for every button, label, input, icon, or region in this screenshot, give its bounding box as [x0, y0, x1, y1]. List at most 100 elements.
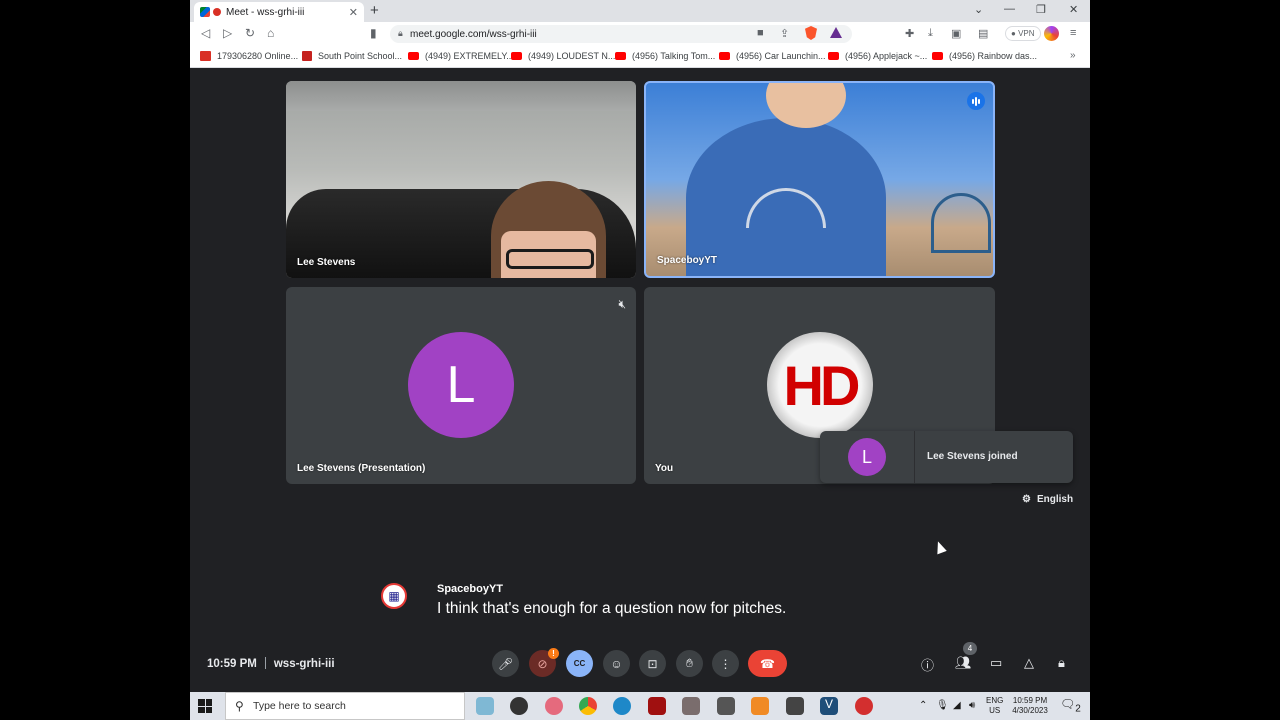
raise-hand-button[interactable]: ✋︎	[676, 650, 703, 677]
forward-icon[interactable]: ▷	[223, 26, 232, 40]
mic-muted-icon: 🔇︎	[618, 297, 626, 311]
bookmark-item[interactable]: (4956) Talking Tom...	[615, 51, 715, 61]
youtube-icon	[828, 52, 839, 60]
download-icon[interactable]: ⤓	[928, 27, 933, 40]
youtube-icon	[511, 52, 522, 60]
toast-message: Lee Stevens joined	[927, 451, 1018, 462]
meeting-details-icon[interactable]: ⓘ	[921, 655, 934, 674]
search-placeholder: Type here to search	[253, 700, 346, 712]
present-button[interactable]: ⊡	[639, 650, 666, 677]
edge-icon[interactable]	[613, 697, 631, 715]
microphone-tray-icon[interactable]: 🎙︎	[936, 701, 949, 711]
vegas-icon[interactable]: V	[820, 697, 838, 715]
sidebar-icon[interactable]: ▣	[951, 27, 961, 40]
vpn-label: VPN	[1018, 29, 1035, 38]
caption-speaker-name: SpaceboyYT	[437, 583, 504, 595]
meeting-code: wss-grhi-iii	[273, 658, 335, 670]
bookmark-item[interactable]: (4956) Car Launchin...	[719, 51, 826, 61]
activities-icon[interactable]: △	[1024, 655, 1034, 671]
participant-name: Lee Stevens (Presentation)	[297, 463, 426, 474]
menu-icon[interactable]: ≡	[1070, 27, 1076, 39]
profile-avatar[interactable]	[1044, 26, 1059, 41]
bookmark-item[interactable]: South Point School...	[302, 51, 402, 61]
tab-search-chevron-icon[interactable]: ⌄	[974, 3, 983, 16]
participant-tile[interactable]: 🔇︎ L Lee Stevens (Presentation)	[286, 287, 636, 484]
share-icon[interactable]: ⇪	[780, 27, 789, 40]
notifications-icon[interactable]: 🗨︎2	[1060, 698, 1081, 714]
toast-avatar: L	[848, 438, 886, 476]
language-indicator[interactable]: ENG US	[986, 696, 1003, 716]
participant-name: You	[655, 463, 674, 474]
participant-name: Lee Stevens	[297, 257, 356, 268]
participant-avatar: L	[408, 332, 514, 438]
url-text: meet.google.com/wss-grhi-iii	[410, 28, 537, 40]
chrome-icon[interactable]	[579, 697, 597, 715]
bookmark-item[interactable]: (4956) Rainbow das...	[932, 51, 1037, 61]
windows-start-icon[interactable]	[198, 699, 212, 713]
bookmark-item[interactable]: (4949) EXTREMELY...	[408, 51, 514, 61]
people-icon[interactable]: 👥︎	[955, 655, 972, 671]
more-bookmarks-icon[interactable]: »	[1070, 50, 1076, 61]
taskbar-app-icon[interactable]	[682, 697, 700, 715]
taskbar-app-icon[interactable]	[786, 697, 804, 715]
participant-count-badge: 4	[963, 642, 977, 655]
video-feed-playground	[931, 193, 991, 253]
hand-icon: ✋︎	[686, 656, 693, 670]
obs-icon[interactable]	[510, 697, 528, 715]
meeting-time: 10:59 PM	[207, 658, 257, 670]
vpn-button[interactable]: ● VPN	[1005, 26, 1041, 41]
close-tab-icon[interactable]: ✕	[349, 6, 358, 19]
restore-icon[interactable]: ❐	[1036, 3, 1046, 16]
leave-call-button[interactable]: ☎︎	[748, 650, 787, 677]
caption-text: I think that's enough for a question now…	[437, 600, 787, 617]
windows-taskbar: ⚲ Type here to search V ⌃ 🎙︎ ◢ 🔊︎ ENG US…	[190, 692, 1090, 720]
reload-icon[interactable]: ↻	[245, 26, 255, 40]
brave-rewards-icon[interactable]	[830, 27, 842, 38]
browser-tab[interactable]: Meet - wss-grhi-iii ✕	[194, 2, 364, 22]
participant-tile-active-speaker[interactable]: SpaceboyYT	[644, 81, 995, 278]
taskbar-app-icon[interactable]	[545, 697, 563, 715]
self-avatar: HD	[767, 332, 873, 438]
video-feed-ceiling	[286, 81, 636, 111]
meet-favicon-icon	[200, 7, 210, 17]
reactions-button[interactable]: ☺	[603, 650, 630, 677]
participant-tile[interactable]: Lee Stevens	[286, 81, 636, 278]
taskbar-app-icon[interactable]	[717, 697, 735, 715]
bookmark-item[interactable]: 179306280 Online...	[200, 51, 298, 61]
camera-off-button[interactable]: ⊘ !	[529, 648, 559, 677]
home-icon[interactable]: ⌂	[267, 26, 274, 40]
minimize-icon[interactable]: —	[1004, 3, 1015, 15]
host-controls-icon[interactable]: 🔒︎	[1058, 655, 1065, 671]
bookmarks-bar: 179306280 Online... South Point School..…	[190, 46, 1090, 68]
youtube-icon	[408, 52, 419, 60]
screen: Meet - wss-grhi-iii ✕ + ⌄ — ❐ ✕ ◁ ▷ ↻ ⌂ …	[190, 0, 1090, 720]
volume-icon[interactable]: 🔊︎	[969, 701, 975, 711]
recorder-icon[interactable]	[855, 697, 873, 715]
network-icon[interactable]: ◢	[953, 701, 961, 711]
caption-speaker-avatar: ▦	[381, 583, 407, 609]
extensions-icon[interactable]: ✚	[905, 27, 914, 40]
taskbar-app-icon[interactable]	[476, 697, 494, 715]
show-hidden-icons-icon[interactable]: ⌃	[919, 701, 927, 711]
bookmark-item[interactable]: (4949) LOUDEST N...	[511, 51, 615, 61]
camera-in-use-icon[interactable]: ■	[757, 27, 764, 39]
more-options-button[interactable]: ⋮	[712, 650, 739, 677]
wallet-icon[interactable]: ▤	[978, 27, 988, 40]
school-icon	[302, 51, 312, 61]
flash-icon[interactable]	[648, 697, 666, 715]
divider	[914, 431, 915, 483]
recording-dot-icon	[213, 8, 221, 16]
bookmark-item[interactable]: (4956) Applejack ~...	[828, 51, 927, 61]
fl-studio-icon[interactable]	[751, 697, 769, 715]
back-icon[interactable]: ◁	[201, 26, 210, 40]
caption-language-button[interactable]: ⚙ English	[1022, 494, 1073, 505]
bookmark-icon[interactable]: ▮	[370, 26, 377, 40]
captions-button[interactable]: CC	[566, 650, 593, 677]
microphone-button[interactable]: 🎤︎	[492, 650, 519, 677]
new-tab-icon[interactable]: +	[370, 2, 379, 19]
taskbar-clock[interactable]: 10:59 PM 4/30/2023	[1010, 696, 1050, 716]
close-window-icon[interactable]: ✕	[1069, 3, 1078, 16]
chat-icon[interactable]: ▭	[990, 655, 1002, 671]
browser-tab-strip: Meet - wss-grhi-iii ✕ + ⌄ — ❐ ✕	[190, 0, 1090, 22]
taskbar-search[interactable]: ⚲ Type here to search	[225, 692, 465, 720]
